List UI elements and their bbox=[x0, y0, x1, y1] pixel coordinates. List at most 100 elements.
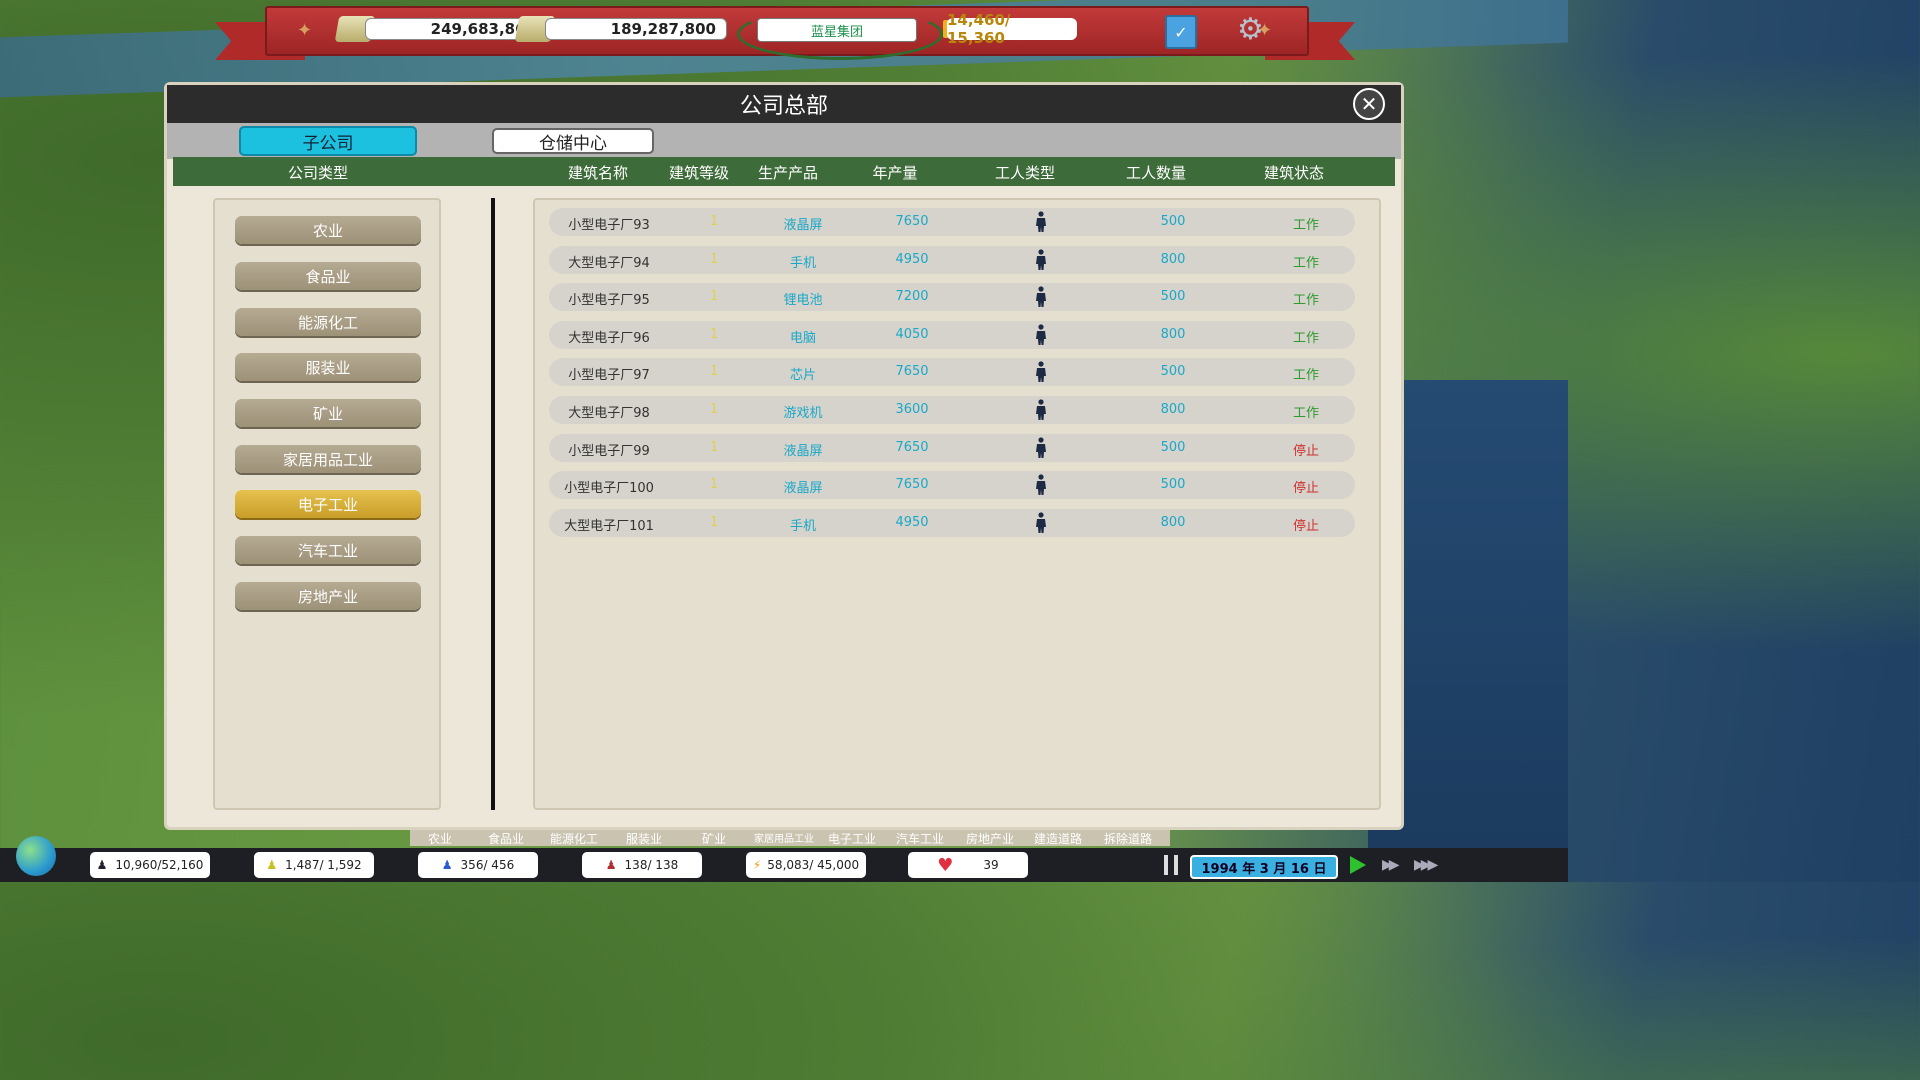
yellow-worker-value: 1,487/ 1,592 bbox=[285, 858, 362, 872]
category-food[interactable]: 食品业 bbox=[235, 262, 421, 290]
globe-icon[interactable] bbox=[16, 836, 56, 876]
bottom-menu-item[interactable]: 建造道路 bbox=[1034, 830, 1082, 846]
building-name: 大型电子厂98 bbox=[568, 406, 650, 421]
yellow-worker-stat: ♟ 1,487/ 1,592 bbox=[254, 852, 374, 878]
building-list: 小型电子厂93 1 液晶屏 7650 500 工作 大型电子厂94 1 手机 4950 800 工作小… bbox=[533, 198, 1381, 810]
worker-icon bbox=[1035, 474, 1047, 496]
building-product: 游戏机 bbox=[783, 406, 823, 421]
bottom-menu-item[interactable]: 能源化工 bbox=[550, 830, 598, 846]
star-decor-icon: ✦ bbox=[1257, 20, 1273, 41]
red-worker-value: 138/ 138 bbox=[624, 858, 679, 872]
table-row[interactable]: 小型电子厂99 1 液晶屏 7650 500 停止 bbox=[549, 433, 1355, 462]
category-electronics[interactable]: 电子工业 bbox=[235, 490, 421, 518]
yellow-worker-icon: ♟ bbox=[266, 858, 278, 872]
blue-worker-stat: ♟ 356/ 456 bbox=[418, 852, 538, 878]
building-level: 1 bbox=[709, 477, 719, 493]
pause-icon[interactable] bbox=[1164, 855, 1178, 875]
table-row[interactable]: 小型电子厂93 1 液晶屏 7650 500 工作 bbox=[549, 208, 1355, 236]
category-automotive[interactable]: 汽车工业 bbox=[235, 536, 421, 564]
building-workers: 500 bbox=[1160, 364, 1186, 380]
worker-icon bbox=[1035, 286, 1047, 308]
building-level: 1 bbox=[709, 439, 719, 455]
clipboard-icon[interactable]: ✓ bbox=[1165, 15, 1197, 49]
bottom-menu-item[interactable]: 拆除道路 bbox=[1104, 830, 1152, 846]
building-status: 停止 bbox=[1292, 481, 1320, 497]
building-level: 1 bbox=[709, 326, 719, 342]
storage-capacity: 14,460/ 15,360 bbox=[947, 11, 1077, 47]
red-worker-icon: ♟ bbox=[605, 858, 617, 872]
building-product: 液晶屏 bbox=[783, 443, 823, 459]
building-workers: 800 bbox=[1160, 251, 1186, 267]
table-row[interactable]: 小型电子厂95 1 锂电池 7200 500 工作 bbox=[549, 283, 1355, 312]
building-output: 7650 bbox=[895, 439, 929, 455]
building-output: 4950 bbox=[895, 251, 929, 267]
col-worker-type: 工人类型 bbox=[994, 164, 1056, 182]
category-clothing[interactable]: 服装业 bbox=[235, 353, 421, 381]
tab-warehouse[interactable]: 仓储中心 bbox=[492, 128, 654, 154]
table-row[interactable]: 大型电子厂94 1 手机 4950 800 工作 bbox=[549, 245, 1355, 274]
bottom-menu-item[interactable]: 电子工业 bbox=[828, 830, 876, 846]
play-icon[interactable] bbox=[1350, 856, 1366, 874]
building-level: 1 bbox=[709, 251, 719, 267]
game-date: 1994 年 3 月 16 日 bbox=[1190, 855, 1338, 879]
building-product: 手机 bbox=[789, 255, 817, 271]
building-status: 工作 bbox=[1292, 218, 1320, 233]
top-resource-banner: ✦ 249,683,867 189,287,800 蓝星集团 14,460/ 1… bbox=[215, 0, 1355, 60]
building-name: 小型电子厂95 bbox=[568, 293, 650, 309]
col-product: 生产产品 bbox=[757, 164, 819, 182]
building-output: 7200 bbox=[895, 289, 929, 305]
col-name: 建筑名称 bbox=[567, 164, 629, 182]
worker-icon bbox=[1035, 211, 1047, 233]
population-value: 10,960/52,160 bbox=[115, 858, 204, 872]
table-row[interactable]: 大型电子厂98 1 游戏机 3600 800 工作 bbox=[549, 396, 1355, 424]
worker-icon bbox=[1035, 361, 1047, 383]
table-row[interactable]: 大型电子厂96 1 电脑 4050 800 工作 bbox=[549, 320, 1355, 349]
company-name[interactable]: 蓝星集团 bbox=[757, 18, 917, 42]
bottom-menu-item[interactable]: 矿业 bbox=[702, 830, 726, 846]
category-mining[interactable]: 矿业 bbox=[235, 399, 421, 427]
col-category: 公司类型 bbox=[287, 164, 349, 182]
building-product: 手机 bbox=[789, 518, 817, 534]
cash-display: 189,287,800 bbox=[545, 18, 727, 40]
blue-worker-value: 356/ 456 bbox=[460, 858, 515, 872]
bottom-menu-item[interactable]: 服装业 bbox=[626, 830, 662, 846]
building-output: 3600 bbox=[895, 402, 929, 417]
red-worker-stat: ♟ 138/ 138 bbox=[582, 852, 702, 878]
col-workers: 工人数量 bbox=[1125, 164, 1187, 182]
building-level: 1 bbox=[709, 364, 719, 380]
category-energy-chemical[interactable]: 能源化工 bbox=[235, 308, 421, 336]
building-level: 1 bbox=[709, 289, 719, 305]
building-status: 工作 bbox=[1292, 368, 1320, 384]
panel-header: 公司总部 ✕ bbox=[167, 85, 1401, 123]
building-name: 大型电子厂96 bbox=[568, 330, 650, 346]
category-real-estate[interactable]: 房地产业 bbox=[235, 582, 421, 610]
building-workers: 500 bbox=[1160, 477, 1186, 493]
fast-forward-icon[interactable]: ▶▶ bbox=[1382, 857, 1399, 873]
column-header-bar: 公司类型 建筑名称 建筑等级 生产产品 年产量 工人类型 工人数量 建筑状态 bbox=[173, 157, 1395, 186]
table-row[interactable]: 小型电子厂100 1 液晶屏 7650 500 停止 bbox=[549, 471, 1355, 500]
resource-bar: ✦ 249,683,867 189,287,800 蓝星集团 14,460/ 1… bbox=[265, 6, 1309, 60]
category-agriculture[interactable]: 农业 bbox=[235, 216, 421, 244]
building-product: 电脑 bbox=[789, 330, 817, 346]
bottom-status-bar: ♟ 10,960/52,160 ♟ 1,487/ 1,592 ♟ 356/ 45… bbox=[0, 836, 1568, 882]
building-workers: 500 bbox=[1160, 439, 1186, 455]
close-icon[interactable]: ✕ bbox=[1353, 88, 1385, 120]
power-stat: ⚡ 58,083/ 45,000 bbox=[746, 852, 866, 878]
panel-title: 公司总部 bbox=[739, 94, 828, 119]
building-product: 液晶屏 bbox=[783, 218, 823, 233]
bottom-menu-item[interactable]: 房地产业 bbox=[966, 830, 1014, 846]
col-status: 建筑状态 bbox=[1263, 164, 1325, 182]
building-output: 4950 bbox=[895, 514, 929, 530]
table-row[interactable]: 大型电子厂101 1 手机 4950 800 停止 bbox=[549, 508, 1355, 537]
building-product: 锂电池 bbox=[783, 293, 823, 309]
fastest-forward-icon[interactable]: ▶▶▶ bbox=[1414, 857, 1438, 873]
tab-subsidiaries[interactable]: 子公司 bbox=[239, 126, 417, 156]
table-row[interactable]: 小型电子厂97 1 芯片 7650 500 工作 bbox=[549, 358, 1355, 387]
bottom-menu-item[interactable]: 汽车工业 bbox=[896, 830, 944, 846]
category-household[interactable]: 家居用品工业 bbox=[235, 445, 421, 473]
bottom-menu-item[interactable]: 农业 bbox=[428, 830, 452, 846]
bottom-menu-item[interactable]: 食品业 bbox=[488, 830, 524, 846]
building-product: 液晶屏 bbox=[783, 481, 823, 497]
bottom-menu-item[interactable]: 家居用品工业 bbox=[754, 830, 814, 845]
building-workers: 500 bbox=[1160, 289, 1186, 305]
